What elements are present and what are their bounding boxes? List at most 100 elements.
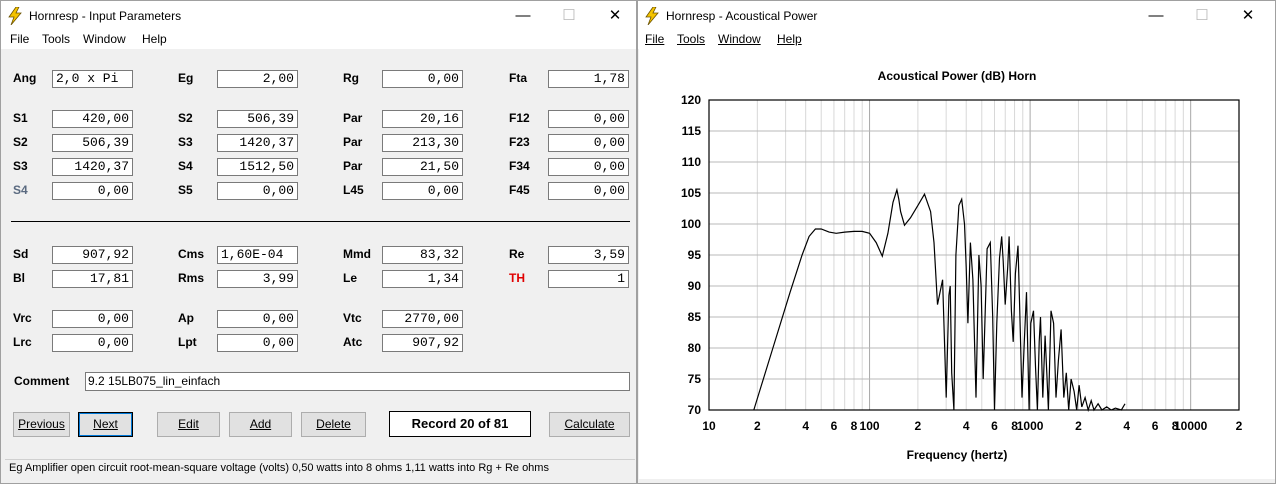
param-label-l45: L45 bbox=[343, 183, 364, 197]
title-bar[interactable]: Hornresp - Input Parameters — ☐ ✕ bbox=[1, 1, 636, 31]
param-label-le: Le bbox=[343, 271, 358, 285]
param-field-rg[interactable]: 0,00 bbox=[382, 70, 463, 88]
param-label-f12: F12 bbox=[509, 111, 530, 125]
param-label-rms: Rms bbox=[178, 271, 205, 285]
param-field-le[interactable]: 1,34 bbox=[382, 270, 463, 288]
param-label-s2: S2 bbox=[178, 111, 193, 125]
x-tick-label: 6 bbox=[1152, 419, 1159, 433]
param-field-f12[interactable]: 0,00 bbox=[548, 110, 629, 128]
param-field-s2[interactable]: 506,39 bbox=[52, 134, 133, 152]
param-field-s2[interactable]: 506,39 bbox=[217, 110, 298, 128]
param-field-par[interactable]: 20,16 bbox=[382, 110, 463, 128]
param-field-eg[interactable]: 2,00 bbox=[217, 70, 298, 88]
x-tick-label: 6 bbox=[991, 419, 998, 433]
previous-button[interactable]: Previous bbox=[13, 412, 70, 437]
param-field-fta[interactable]: 1,78 bbox=[548, 70, 629, 88]
chart-area: Acoustical Power (dB) Horn 70 75 80 85 90 95 1… bbox=[639, 49, 1275, 479]
param-field-bl[interactable]: 17,81 bbox=[52, 270, 133, 288]
param-field-mmd[interactable]: 83,32 bbox=[382, 246, 463, 264]
param-field-l45[interactable]: 0,00 bbox=[382, 182, 463, 200]
y-tick-label: 70 bbox=[688, 403, 702, 417]
param-field-th[interactable]: 1 bbox=[548, 270, 629, 288]
acoustical-power-chart: 70758085909510010511011512010 2 4 6 8 100 2 4 6 8… bbox=[681, 93, 1243, 433]
menu-window[interactable]: Window bbox=[83, 32, 126, 46]
param-label-s4: S4 bbox=[13, 183, 28, 197]
next-button[interactable]: Next bbox=[78, 412, 133, 437]
param-label-par: Par bbox=[343, 135, 363, 149]
delete-button[interactable]: Delete bbox=[301, 412, 366, 437]
param-label-s5: S5 bbox=[178, 183, 193, 197]
menu-tools[interactable]: Tools bbox=[42, 32, 70, 46]
edit-button[interactable]: Edit bbox=[157, 412, 220, 437]
param-field-atc[interactable]: 907,92 bbox=[382, 334, 463, 352]
y-tick-label: 100 bbox=[681, 217, 701, 231]
param-label-ap: Ap bbox=[178, 311, 194, 325]
param-label-f34: F34 bbox=[509, 159, 530, 173]
edit-button-label: Edit bbox=[178, 417, 199, 431]
param-field-s5[interactable]: 0,00 bbox=[217, 182, 298, 200]
maximize-icon[interactable]: ☐ bbox=[546, 1, 592, 31]
x-tick-label: 2 bbox=[1236, 419, 1243, 433]
maximize-icon[interactable]: ☐ bbox=[1179, 1, 1225, 31]
calculate-button[interactable]: Calculate bbox=[549, 412, 630, 437]
minimize-icon[interactable]: — bbox=[1133, 1, 1179, 31]
param-field-s4[interactable]: 0,00 bbox=[52, 182, 133, 200]
window-title: Hornresp - Acoustical Power bbox=[666, 9, 818, 23]
comment-label: Comment bbox=[14, 374, 70, 388]
close-icon[interactable]: ✕ bbox=[592, 1, 638, 31]
param-field-s3[interactable]: 1420,37 bbox=[52, 158, 133, 176]
y-tick-label: 105 bbox=[681, 186, 701, 200]
x-tick-label: 1000 bbox=[1017, 419, 1044, 433]
menu-file[interactable]: File bbox=[645, 32, 664, 46]
status-bar: Eg Amplifier open circuit root-mean-squa… bbox=[5, 459, 635, 477]
param-field-s3[interactable]: 1420,37 bbox=[217, 134, 298, 152]
param-field-par[interactable]: 213,30 bbox=[382, 134, 463, 152]
param-field-vtc[interactable]: 2770,00 bbox=[382, 310, 463, 328]
menu-help[interactable]: Help bbox=[777, 32, 802, 46]
y-tick-label: 95 bbox=[688, 248, 702, 262]
param-field-par[interactable]: 21,50 bbox=[382, 158, 463, 176]
close-icon[interactable]: ✕ bbox=[1225, 1, 1271, 31]
param-label-s4: S4 bbox=[178, 159, 193, 173]
y-tick-label: 115 bbox=[682, 124, 702, 138]
x-tick-label: 4 bbox=[1123, 419, 1130, 433]
series-line bbox=[753, 187, 1126, 413]
param-field-s4[interactable]: 1512,50 bbox=[217, 158, 298, 176]
lightning-icon bbox=[645, 7, 659, 25]
param-field-cms[interactable]: 1,60E-04 bbox=[217, 246, 298, 264]
param-field-ang[interactable]: 2,0 x Pi bbox=[52, 70, 133, 88]
menu-file[interactable]: File bbox=[10, 32, 29, 46]
menu-help[interactable]: Help bbox=[142, 32, 167, 46]
title-bar[interactable]: Hornresp - Acoustical Power — ☐ ✕ bbox=[638, 1, 1275, 31]
param-label-mmd: Mmd bbox=[343, 247, 371, 261]
y-tick-label: 90 bbox=[688, 279, 702, 293]
param-label-lpt: Lpt bbox=[178, 335, 197, 349]
x-tick-label: 6 bbox=[831, 419, 838, 433]
param-field-rms[interactable]: 3,99 bbox=[217, 270, 298, 288]
x-axis-label: Frequency (hertz) bbox=[906, 448, 1008, 462]
minimize-icon[interactable]: — bbox=[500, 1, 546, 31]
param-field-f23[interactable]: 0,00 bbox=[548, 134, 629, 152]
menu-tools[interactable]: Tools bbox=[677, 32, 705, 46]
param-field-s1[interactable]: 420,00 bbox=[52, 110, 133, 128]
param-field-lpt[interactable]: 0,00 bbox=[217, 334, 298, 352]
param-field-f45[interactable]: 0,00 bbox=[548, 182, 629, 200]
param-label-vrc: Vrc bbox=[13, 311, 32, 325]
param-field-ap[interactable]: 0,00 bbox=[217, 310, 298, 328]
param-label-lrc: Lrc bbox=[13, 335, 32, 349]
param-field-re[interactable]: 3,59 bbox=[548, 246, 629, 264]
menu-window[interactable]: Window bbox=[718, 32, 761, 46]
comment-field[interactable]: 9.2 15LB075_lin_einfach bbox=[85, 372, 630, 391]
x-tick-label: 10000 bbox=[1174, 419, 1208, 433]
y-tick-label: 80 bbox=[688, 341, 702, 355]
param-label-s2: S2 bbox=[13, 135, 28, 149]
param-field-lrc[interactable]: 0,00 bbox=[52, 334, 133, 352]
add-button[interactable]: Add bbox=[229, 412, 292, 437]
param-field-vrc[interactable]: 0,00 bbox=[52, 310, 133, 328]
previous-button-label: Previous bbox=[18, 417, 65, 431]
param-field-f34[interactable]: 0,00 bbox=[548, 158, 629, 176]
param-label-re: Re bbox=[509, 247, 525, 261]
param-field-sd[interactable]: 907,92 bbox=[52, 246, 133, 264]
record-indicator: Record 20 of 81 bbox=[389, 411, 531, 437]
param-label-s1: S1 bbox=[13, 111, 28, 125]
